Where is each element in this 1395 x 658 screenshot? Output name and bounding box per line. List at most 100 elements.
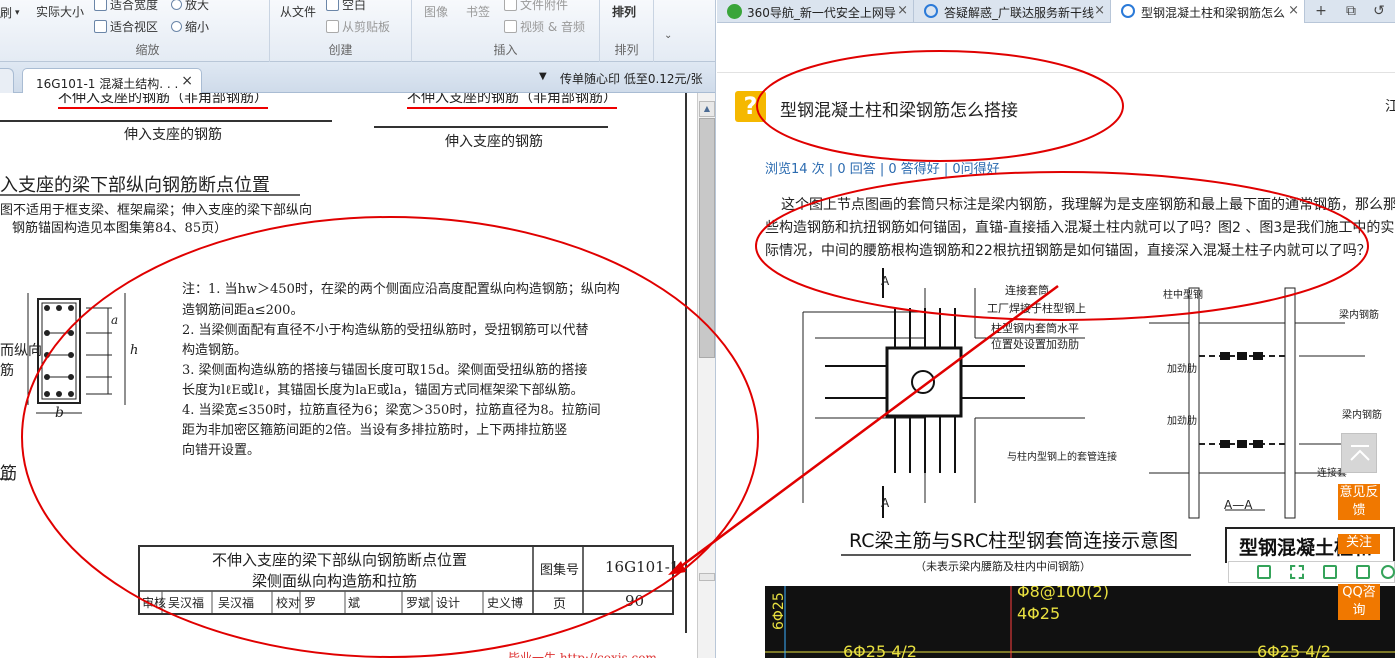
restore-tab-icon[interactable]: ↺ <box>1367 2 1391 21</box>
scroll-down-icon[interactable] <box>699 573 715 581</box>
sign-cell: 设计 <box>436 596 461 610</box>
tab-title: 答疑解惑_广联达服务新干线 <box>944 6 1095 20</box>
header-right-label: 不伸入支座的钢筋（非角部钢筋） <box>407 93 617 109</box>
fit-width-button[interactable]: 适合宽度 <box>94 0 158 13</box>
qq-consult-label: QQ咨询 <box>1342 585 1376 618</box>
sign-cell: 斌 <box>348 596 361 610</box>
tab-close-icon[interactable]: × <box>1288 3 1299 18</box>
settings-icon[interactable] <box>1381 565 1395 579</box>
browser-tab-active[interactable]: 型钢混凝土柱和梁钢筋怎么 × <box>1111 0 1305 23</box>
note-line: 4. 当梁宽≤350时，拉筋直径为6；梁宽＞350时，拉筋直径为8。拉筋间 <box>182 403 601 418</box>
fit-view-button[interactable]: 适合视区 <box>94 18 158 35</box>
zoom-out-button[interactable]: 缩小 <box>171 18 209 35</box>
save-icon[interactable] <box>1323 565 1337 579</box>
tab-title: 360导航_新一代安全上网导 <box>747 6 896 20</box>
bookmark-button[interactable]: 书签 <box>466 3 490 20</box>
prev-doc-tab[interactable] <box>0 68 14 93</box>
tab-close-icon[interactable]: × <box>897 3 908 18</box>
new-tab-button[interactable]: + <box>1309 2 1333 21</box>
question-stats[interactable]: 浏览14 次 | 0 回答 | 0 答得好 | 0问得好 <box>765 158 1000 177</box>
zoom-group: 实际大小 适合宽度 适合视区 放大 缩小 缩放 <box>26 0 270 62</box>
zoom-out-label: 缩小 <box>185 20 210 34</box>
figure-label-factory: 工厂焊接于柱型钢上 <box>987 302 1086 315</box>
360-icon <box>727 4 742 19</box>
blank-button[interactable]: 空白 <box>326 0 366 13</box>
label-right: 伸入支座的钢筋 <box>445 134 543 150</box>
document-tab-bar: 16G101-1 混凝土结构. . . × ▼ 传单随心印 低至0.12元/张 <box>0 62 715 94</box>
scroll-up-icon[interactable]: ▲ <box>699 101 715 117</box>
cad-text-3: 6Φ25 <box>771 592 787 630</box>
note-line: 3. 梁侧面构造纵筋的搭接与锚固长度可取15d。梁侧面受扭纵筋的搭接 <box>182 363 588 378</box>
ribbon-collapse-icon[interactable]: ⌄ <box>664 30 672 41</box>
section-note-1: 图不适用于框支梁、框架扁梁；伸入支座的梁下部纵向 <box>0 203 313 218</box>
browser-tab-bar: 360导航_新一代安全上网导 × 答疑解惑_广联达服务新干线 × 型钢混凝土柱和… <box>717 0 1395 23</box>
feedback-button[interactable]: 意见反馈 <box>1338 484 1380 520</box>
figure-caption: RC梁主筋与SRC柱型钢套筒连接示意图 <box>849 530 1179 552</box>
dim-label-b: b <box>55 405 64 421</box>
figure-label-sleeve: 连接套筒 <box>1005 284 1049 297</box>
qq-consult-button[interactable]: QQ咨询 <box>1338 584 1380 620</box>
ad-dropdown-icon[interactable]: ▼ <box>539 71 547 82</box>
figure-label-stiffener-2: 位置处设置加劲肋 <box>991 338 1079 351</box>
actual-size-button[interactable]: 实际大小 <box>36 3 84 20</box>
note-line: 距为非加密区箍筋间距的2倍。当设有多排拉筋时，上下两排拉筋竖 <box>182 423 568 438</box>
image-button[interactable]: 图像 <box>424 3 448 20</box>
question-side-text: 江 <box>1385 99 1395 115</box>
cad-screenshot: Φ8@100(2) 4Φ25 6Φ25 6Φ25 4/2 6Φ25 4/2 <box>765 586 1395 658</box>
figure-label-stiffener-a: 加劲肋 <box>1167 364 1197 375</box>
tab-list-icon[interactable]: ⧉ <box>1339 2 1363 21</box>
zoom-in-button[interactable]: 放大 <box>171 0 209 13</box>
file-attachment-button[interactable]: 文件附件 <box>504 0 568 13</box>
pdf-page: 不伸入支座的钢筋（非角部钢筋） 不伸入支座的钢筋（非角部钢筋） 伸入支座的钢筋 … <box>0 93 697 658</box>
figure-label-a-bottom: A <box>881 496 890 510</box>
video-audio-button[interactable]: 视频 & 音频 <box>504 18 585 35</box>
from-file-button[interactable]: 从文件 <box>280 3 316 20</box>
follow-button[interactable]: 关注 <box>1338 534 1380 554</box>
fit-width-label: 适合宽度 <box>110 0 159 12</box>
label-left: 伸入支座的钢筋 <box>124 127 222 143</box>
page-watermark: 毕业一生 http://coxis.com <box>508 651 657 658</box>
figure-subcaption: （未表示梁内腰筋及柱内中间钢筋） <box>915 560 1091 573</box>
from-clipboard-label: 从剪贴板 <box>342 20 391 34</box>
tab-close-icon[interactable]: × <box>1094 3 1105 18</box>
image-label: 图像 <box>424 5 449 19</box>
fit-width-icon <box>94 0 107 11</box>
tab-title: 型钢混凝土柱和梁钢筋怎么 <box>1141 6 1286 20</box>
share-icon[interactable] <box>1356 565 1370 579</box>
sign-cell: 吴汉福 <box>218 596 255 610</box>
atlas-number: 16G101-1 <box>605 558 680 576</box>
back-to-top-button[interactable] <box>1341 433 1377 473</box>
doc-tab-16g101[interactable]: 16G101-1 混凝土结构. . . × <box>22 68 202 94</box>
from-file-label: 从文件 <box>280 5 317 19</box>
cad-text-5: 6Φ25 4/2 <box>1257 642 1331 658</box>
sign-cell: 史义博 <box>487 596 524 610</box>
pdf-vertical-scrollbar[interactable]: ▲ <box>697 93 715 658</box>
browser-tab-360[interactable]: 360导航_新一代安全上网导 × <box>717 0 914 23</box>
sign-cell: 吴汉福 <box>168 596 205 610</box>
bookmark-icon[interactable] <box>1257 565 1271 579</box>
arrange-group: 排列 排列 <box>600 0 654 62</box>
expand-icon[interactable] <box>1290 565 1304 579</box>
ie-icon <box>924 4 938 18</box>
ad-banner-text[interactable]: 传单随心印 低至0.12元/张 <box>560 70 703 87</box>
title-block-line-1: 不伸入支座的梁下部纵向钢筋断点位置 <box>212 551 468 569</box>
from-clipboard-button[interactable]: 从剪贴板 <box>326 18 390 35</box>
dim-label-a: a <box>111 313 119 327</box>
feedback-label: 意见反馈 <box>1339 485 1379 518</box>
pdf-viewer-window: 刷 ▾ 实际大小 适合宽度 适合视区 放大 缩小 缩放 从文件 空白 从剪贴板 创… <box>0 0 716 658</box>
figure-label-beam-bar-2: 梁内钢筋 <box>1342 410 1382 421</box>
scroll-thumb[interactable] <box>699 118 715 358</box>
browser-tab-glodon[interactable]: 答疑解惑_广联达服务新干线 × <box>914 0 1111 23</box>
figure-label-beam-bar: 梁内钢筋 <box>1339 310 1379 321</box>
zoom-group-title: 缩放 <box>135 43 160 57</box>
side-label-3: 筋 <box>0 464 17 484</box>
figure-label-col-steel: 柱中型钢 <box>1163 290 1203 301</box>
note-line: 注：1. 当hw＞450时，在梁的两个侧面应沿高度配置纵向构造钢筋；纵向构 <box>182 282 620 297</box>
pdf-ribbon: 刷 ▾ 实际大小 适合宽度 适合视区 放大 缩小 缩放 从文件 空白 从剪贴板 创… <box>0 0 715 62</box>
ribbon-cut-item[interactable]: 刷 ▾ <box>0 4 20 21</box>
doc-tab-close-icon[interactable]: × <box>181 73 193 89</box>
arrange-button[interactable]: 排列 <box>612 3 636 20</box>
title-block-line-2: 梁侧面纵向构造筋和拉筋 <box>252 572 418 590</box>
cad-text-2: 4Φ25 <box>1017 604 1061 623</box>
cad-text-1: Φ8@100(2) <box>1017 586 1109 601</box>
